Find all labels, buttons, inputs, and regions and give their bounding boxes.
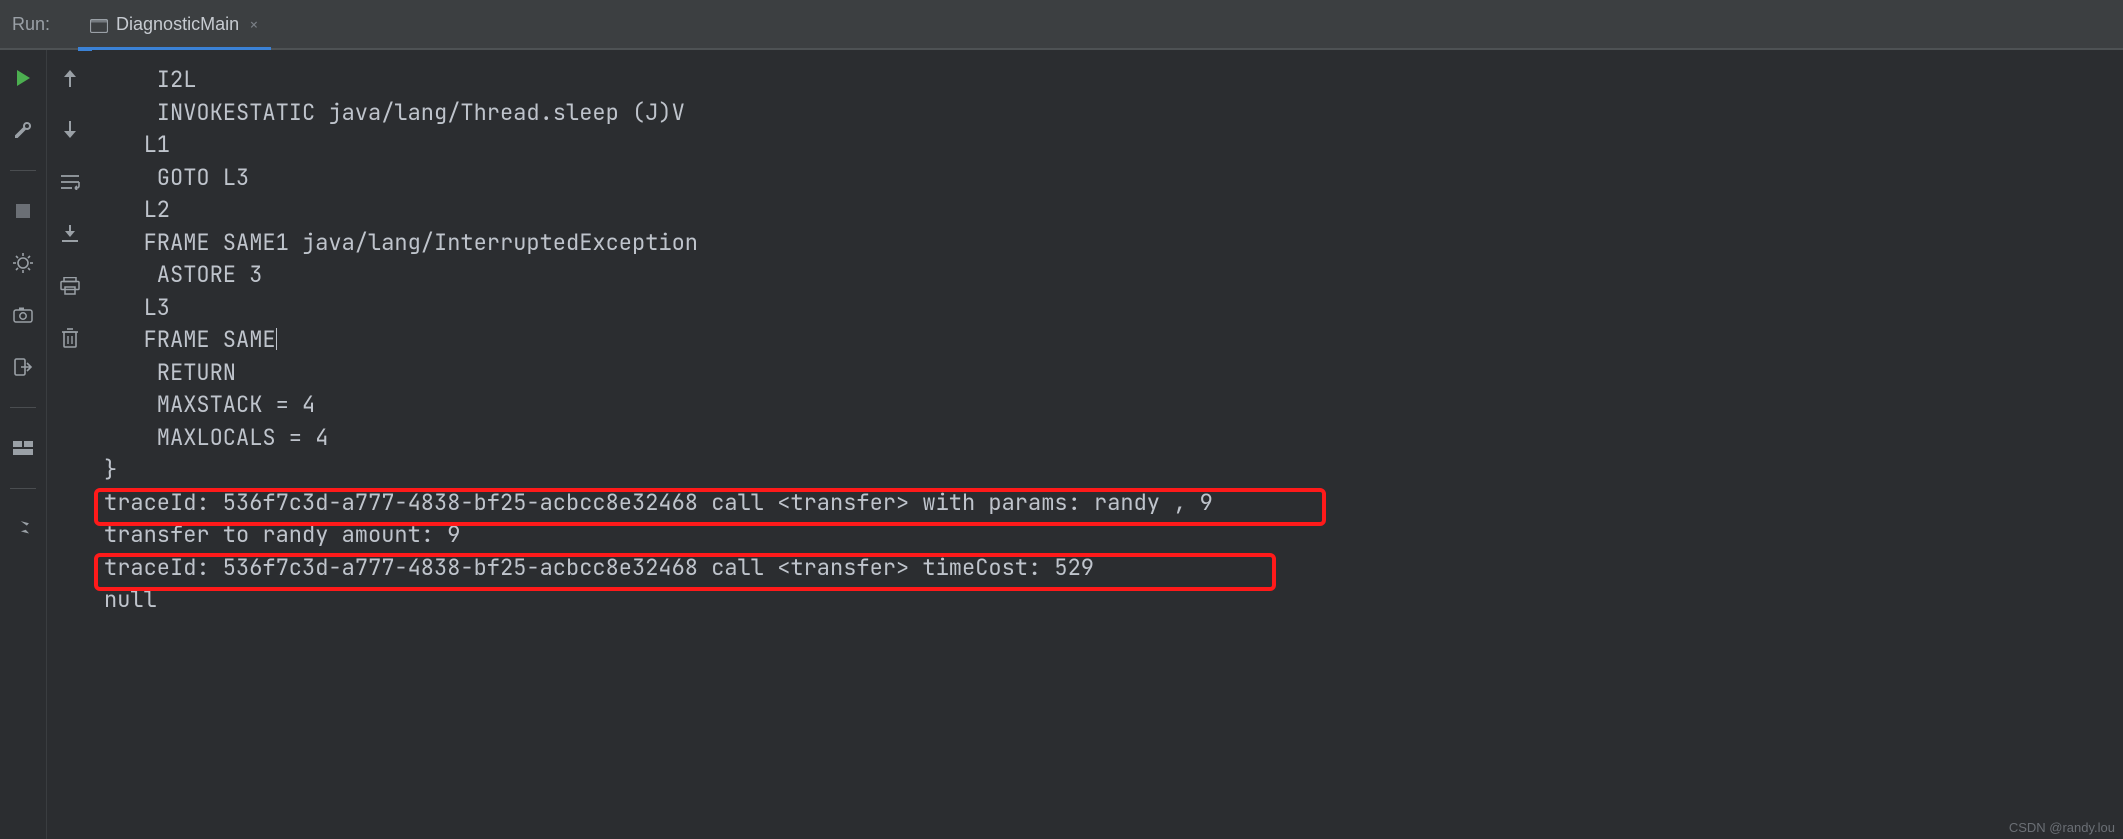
console-output[interactable]: I2L INVOKESTATIC java/lang/Thread.sleep … (92, 50, 2123, 839)
close-tab-button[interactable]: × (249, 14, 259, 35)
soft-wrap-button[interactable] (56, 168, 84, 196)
layout-button[interactable] (9, 434, 37, 462)
pin-button[interactable] (9, 515, 37, 543)
console-line: I2L (92, 64, 2123, 97)
console-line: L2 (92, 194, 2123, 227)
wrench-settings-button[interactable] (9, 116, 37, 144)
run-label: Run: (12, 14, 50, 35)
console-line: RETURN (92, 357, 2123, 390)
console-line: INVOKESTATIC java/lang/Thread.sleep (J)V (92, 97, 2123, 130)
scroll-down-button[interactable] (56, 116, 84, 144)
stop-button[interactable] (9, 197, 37, 225)
console-line: L1 (92, 129, 2123, 162)
console-action-gutter (46, 50, 92, 839)
console-line: FRAME SAME (92, 324, 2123, 357)
clear-all-button[interactable] (56, 324, 84, 352)
console-line: FRAME SAME1 java/lang/InterruptedExcepti… (92, 227, 2123, 260)
scroll-to-end-button[interactable] (56, 220, 84, 248)
dump-threads-button[interactable] (9, 249, 37, 277)
rerun-button[interactable] (9, 64, 37, 92)
watermark-text: CSDN @randy.lou (2009, 820, 2115, 835)
scroll-up-button[interactable] (56, 64, 84, 92)
console-line: L3 (92, 292, 2123, 325)
console-tab-icon (90, 17, 108, 31)
camera-snapshot-button[interactable] (9, 301, 37, 329)
console-line: MAXSTACK = 4 (92, 389, 2123, 422)
exit-button[interactable] (9, 353, 37, 381)
print-button[interactable] (56, 272, 84, 300)
console-line: GOTO L3 (92, 162, 2123, 195)
run-tab-diagnosticmain[interactable]: DiagnosticMain × (78, 0, 271, 49)
run-action-gutter (0, 50, 46, 839)
run-toolwindow-header: Run: DiagnosticMain × (0, 0, 2123, 50)
console-line: traceId: 536f7c3d-a777-4838-bf25-acbcc8e… (92, 552, 2123, 585)
console-line: transfer to randy amount: 9 (92, 519, 2123, 552)
console-line: null (92, 584, 2123, 617)
console-line: ASTORE 3 (92, 259, 2123, 292)
console-line: } (92, 454, 2123, 487)
console-line: traceId: 536f7c3d-a777-4838-bf25-acbcc8e… (92, 487, 2123, 520)
run-tab-label: DiagnosticMain (116, 14, 239, 35)
console-line: MAXLOCALS = 4 (92, 422, 2123, 455)
text-cursor (276, 328, 277, 350)
